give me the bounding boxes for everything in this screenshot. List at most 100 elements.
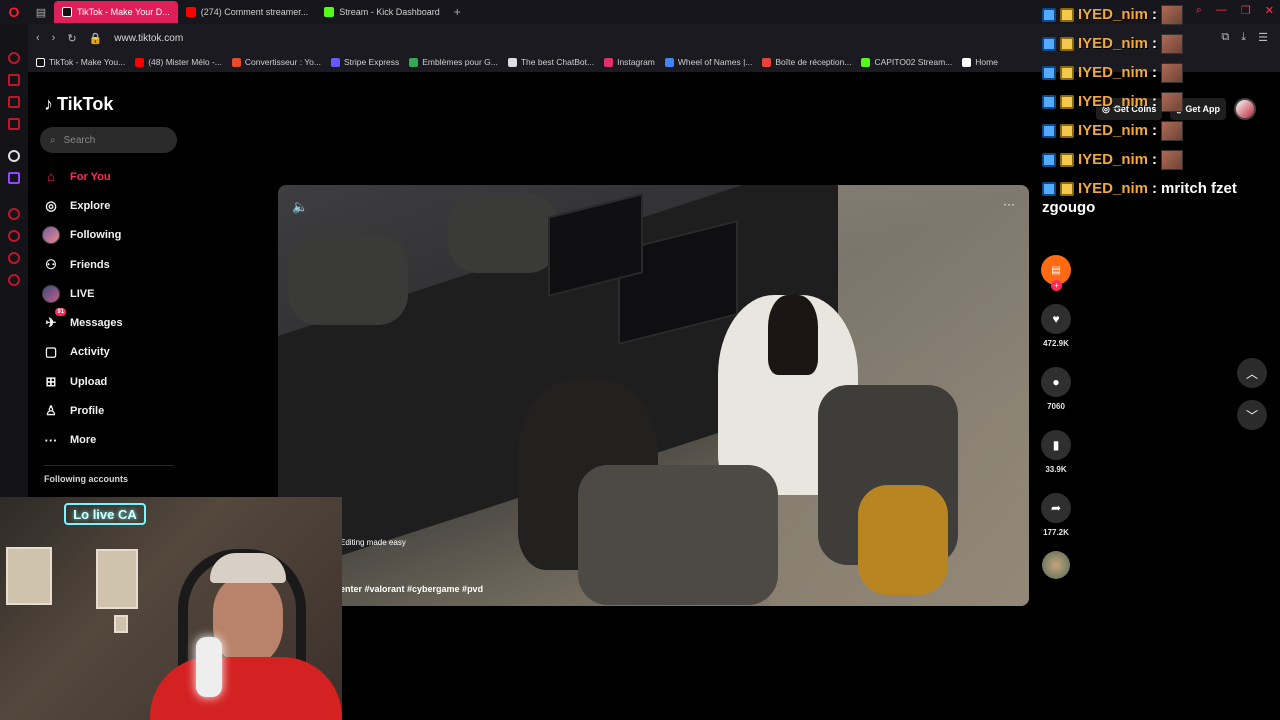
crown-badge-icon — [1060, 123, 1074, 138]
bookmark[interactable]: Home — [962, 57, 998, 67]
new-tab-button[interactable]: + — [448, 5, 467, 19]
bookmark[interactable]: TikTok - Make You... — [36, 57, 125, 67]
nav-item-following[interactable]: Following — [42, 221, 123, 250]
history-icon[interactable] — [8, 230, 20, 242]
aria-icon[interactable] — [8, 52, 20, 64]
microphone — [196, 637, 222, 697]
bookmark-label: Stripe Express — [343, 57, 400, 67]
follow-plus-icon[interactable]: + — [1051, 280, 1062, 291]
video-person — [768, 295, 818, 375]
chat-separator: : — [1152, 35, 1158, 52]
opera-logo-icon[interactable]: O — [0, 0, 28, 24]
bookmark[interactable]: The best ChatBot... — [507, 57, 594, 67]
tiktok-tab-icon — [62, 7, 72, 17]
chat-message: IYED_nim: — [1042, 58, 1280, 87]
back-icon[interactable]: ‹ — [36, 32, 40, 44]
nav-item-profile[interactable]: ♙ Profile — [42, 396, 123, 425]
chat-message: IYED_nim: — [1042, 116, 1280, 145]
chatbot-icon — [507, 57, 517, 67]
reload-icon[interactable]: ↻ — [67, 32, 76, 45]
home-icon: ⌂ — [47, 169, 55, 185]
crown-badge-icon — [1060, 181, 1074, 196]
upload-icon: ⊞ — [45, 373, 57, 389]
bookmark-label: Wheel of Names |... — [677, 57, 753, 67]
instagram-icon[interactable] — [8, 118, 20, 130]
share-action[interactable]: ➦ 177.2K — [1041, 493, 1071, 537]
bookmark[interactable]: Emblèmes pour G... — [409, 57, 498, 67]
more-icon: ··· — [44, 432, 58, 448]
tab-menu-icon[interactable]: ▤ — [28, 0, 54, 24]
bookmark-action[interactable]: ▮ 33.9K — [1041, 430, 1071, 474]
share-icon[interactable]: ➦ — [1041, 493, 1071, 523]
crown-badge-icon — [1060, 152, 1074, 167]
bookmark-icon[interactable]: ▮ — [1041, 430, 1071, 460]
chat-separator: : — [1152, 64, 1158, 81]
emote-icon — [1161, 120, 1184, 141]
tab-youtube[interactable]: (274) Comment streamer... — [178, 1, 317, 23]
creator-avatar[interactable]: ▤ + — [1041, 255, 1071, 291]
more-options-icon[interactable]: ··· — [1003, 197, 1015, 211]
search-input[interactable]: ⌕ Search — [40, 127, 177, 153]
bookmark[interactable]: (48) Mister Mélo -... — [135, 57, 222, 67]
forward-icon[interactable]: › — [52, 32, 56, 44]
nav-item-friends[interactable]: ⚇ Friends — [42, 250, 123, 279]
chat-username: IYED_nim — [1078, 151, 1149, 168]
tab-kick[interactable]: Stream - Kick Dashboard — [316, 1, 448, 23]
player-icon[interactable] — [8, 208, 20, 220]
tab-tiktok[interactable]: TikTok - Make Your D... — [54, 1, 178, 23]
heart-icon[interactable]: ♥ — [1041, 304, 1071, 334]
chat-message: IYED_nim: — [1042, 145, 1280, 174]
chevron-up-icon[interactable]: ︿ — [1237, 358, 1267, 388]
nav-item-more[interactable]: ··· More — [42, 426, 123, 455]
nav-item-explore[interactable]: ◎ Explore — [42, 191, 123, 220]
nav-label: Friends — [70, 258, 110, 271]
chat-wrapped-text: zgougo — [1042, 199, 1096, 216]
youtube-tab-icon — [185, 7, 196, 17]
bookmark-label: TikTok - Make You... — [49, 57, 126, 67]
comment-icon[interactable]: ● — [1041, 367, 1071, 397]
shop-icon[interactable] — [8, 74, 20, 86]
extensions-icon[interactable] — [8, 252, 20, 264]
chat-text: mritch fzet — [1161, 180, 1237, 197]
tiktok-logo[interactable]: ♪ TikTok — [44, 94, 113, 115]
url-field[interactable]: www.tiktok.com — [114, 33, 183, 44]
settings-icon[interactable] — [8, 274, 20, 286]
chat-message: IYED_nim: — [1042, 87, 1280, 116]
emote-icon — [1161, 91, 1184, 112]
nav-item-live[interactable]: LIVE — [42, 279, 123, 308]
like-count: 472.9K — [1043, 339, 1069, 348]
emote-icon — [1161, 149, 1184, 170]
bookmark[interactable]: Instagram — [604, 57, 655, 67]
wall-poster — [6, 547, 52, 605]
kick-icon[interactable] — [8, 150, 20, 162]
chat-username: IYED_nim — [1078, 6, 1149, 23]
tiktok-nav: ⌂ For You ◎ Explore Following ⚇ Friends LIV… — [42, 162, 123, 455]
video-chair — [288, 235, 408, 325]
music-disc-icon[interactable] — [1042, 551, 1070, 579]
nav-label: For You — [70, 170, 111, 183]
bookmark[interactable]: Convertisseur : Yo... — [231, 57, 321, 67]
comment-action[interactable]: ● 7060 — [1041, 367, 1071, 411]
chat-overlay: IYED_nim: IYED_nim: IYED_nim: IYED_nim: … — [1042, 0, 1280, 216]
chat-username: IYED_nim — [1078, 180, 1149, 197]
bookmark[interactable]: Stripe Express — [330, 57, 400, 67]
nav-item-activity[interactable]: ▢ Activity — [42, 338, 123, 367]
chat-message: IYED_nim: — [1042, 29, 1280, 58]
bookmark[interactable]: Boîte de réception... — [762, 57, 851, 67]
messenger-icon[interactable] — [8, 96, 20, 108]
nav-item-for-you[interactable]: ⌂ For You — [42, 162, 123, 191]
compass-icon: ◎ — [45, 197, 57, 213]
twitch-icon[interactable] — [8, 172, 20, 184]
nav-item-upload[interactable]: ⊞ Upload — [42, 367, 123, 396]
nav-item-messages[interactable]: ✈ 91 Messages — [42, 308, 123, 337]
bookmark[interactable]: CAPITO02 Stream... — [861, 57, 952, 67]
chevron-down-icon[interactable]: ﹀ — [1237, 400, 1267, 430]
search-placeholder: Search — [63, 134, 96, 146]
bookmark[interactable]: Wheel of Names |... — [664, 57, 753, 67]
mute-icon[interactable]: 🔈 — [292, 199, 308, 215]
like-action[interactable]: ♥ 472.9K — [1041, 304, 1071, 348]
subscriber-badge-icon — [1042, 65, 1056, 80]
avatar-icon — [42, 226, 60, 245]
video-player[interactable]: 🔈 ··· Editing made easy enter #valorant … — [278, 185, 1029, 606]
sidebar-divider — [44, 465, 174, 466]
